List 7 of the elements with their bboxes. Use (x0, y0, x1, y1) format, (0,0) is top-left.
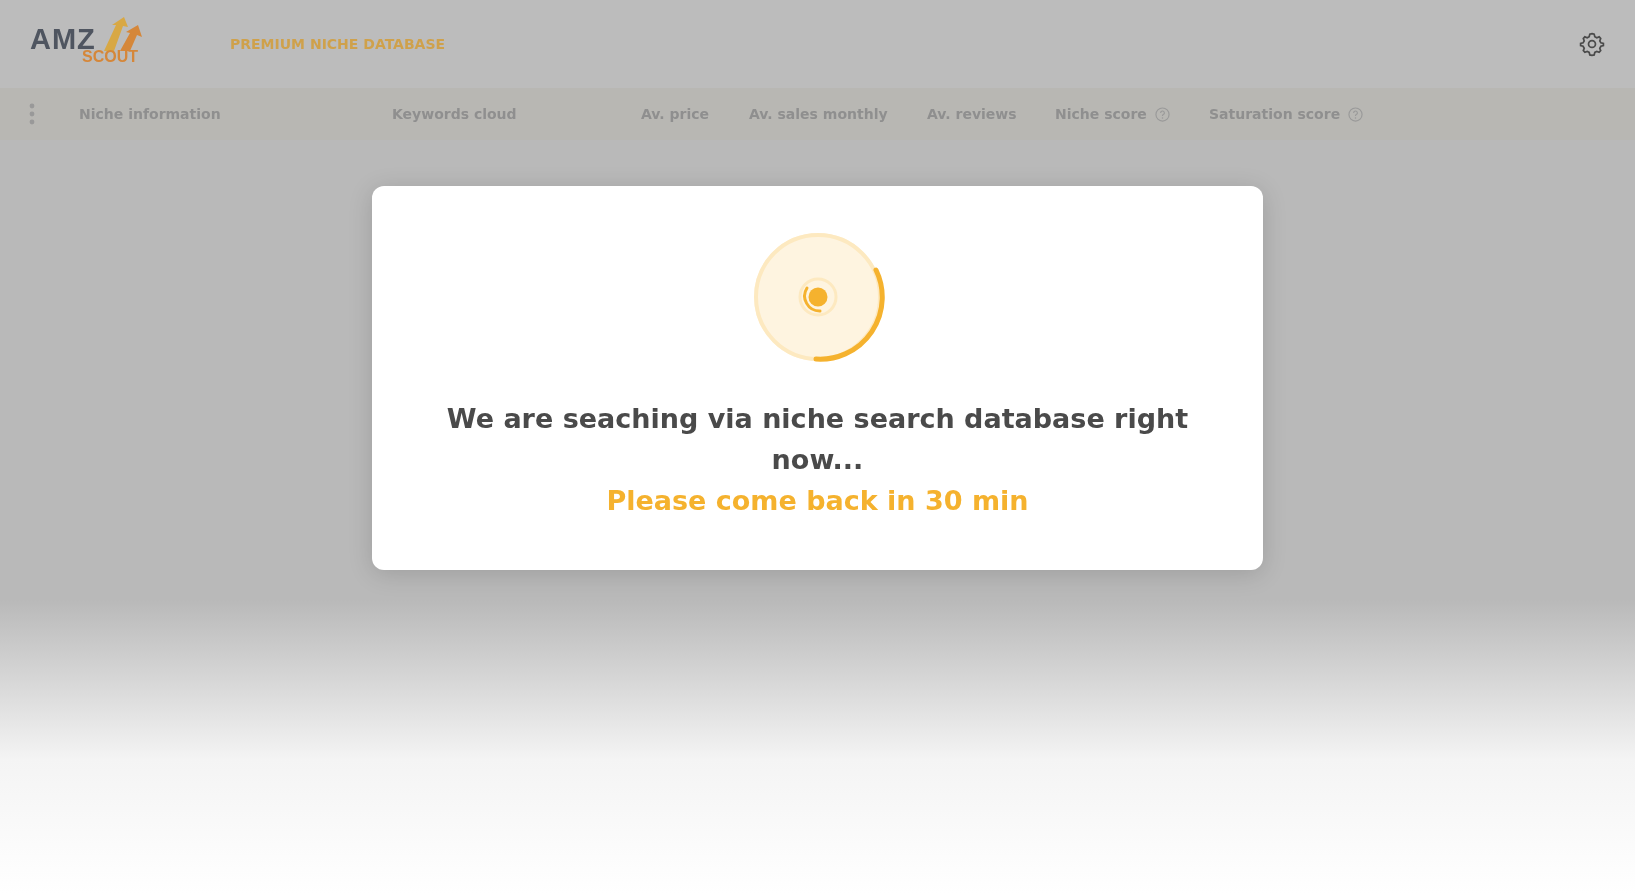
status-message: We are seaching via niche search database right now... (445, 402, 1190, 477)
more-options-icon[interactable] (28, 103, 36, 125)
app-title: PREMIUM NICHE DATABASE (230, 36, 446, 52)
help-icon[interactable] (1154, 106, 1170, 122)
settings-icon[interactable] (1579, 31, 1605, 57)
return-notice: Please come back in 30 min (606, 484, 1029, 518)
help-icon[interactable] (1348, 106, 1364, 122)
